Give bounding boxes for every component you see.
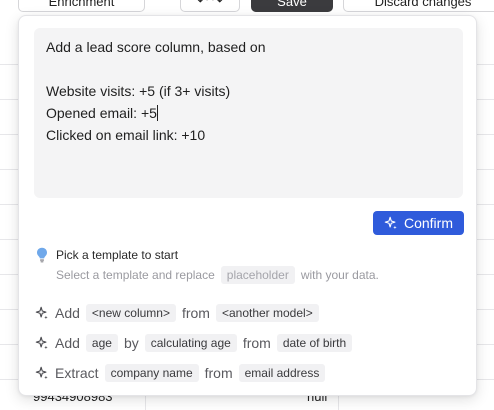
tip-subtitle-text: Select a template and replace: [56, 268, 215, 282]
template-verb: Extract: [55, 365, 99, 381]
prompt-line-text: Opened email: +5: [46, 105, 157, 121]
template-pill: date of birth: [276, 334, 353, 352]
template-option[interactable]: Extract company name from email address: [35, 362, 326, 384]
prompt-line: Add a lead score column, based on: [46, 39, 266, 55]
template-verb: Add: [55, 305, 80, 321]
prompt-line-with-caret: Opened email: +5: [46, 102, 451, 124]
template-pill: age: [85, 334, 118, 352]
sparkle-icon: [35, 306, 48, 320]
template-pill: calculating age: [144, 334, 237, 352]
template-option[interactable]: Add <new column> from <another model>: [35, 302, 319, 324]
sparkle-icon: [35, 366, 48, 380]
confirm-label: Confirm: [403, 215, 453, 231]
text-caret: [156, 105, 158, 121]
template-connector: from: [242, 335, 271, 351]
template-connector: from: [204, 365, 233, 381]
tip-title: Pick a template to start: [56, 248, 179, 262]
placeholder-pill: placeholder: [220, 266, 295, 284]
lightbulb-icon: [37, 247, 47, 263]
prompt-input[interactable]: Add a lead score column, based on Websit…: [34, 28, 463, 198]
confirm-button[interactable]: Confirm: [373, 211, 464, 235]
prompt-line: Website visits: +5 (if 3+ visits): [46, 83, 231, 99]
discard-label: Discard changes: [374, 0, 472, 9]
template-connector: by: [123, 335, 139, 351]
redo-icon[interactable]: ↷: [212, 0, 223, 9]
prompt-line: [46, 58, 451, 80]
template-connector: from: [181, 305, 210, 321]
sparkle-icon: [35, 336, 48, 350]
save-label: Save: [277, 0, 307, 9]
tip-subtitle: Select a template and replace placeholde…: [56, 266, 379, 284]
tip-subtitle-text: with your data.: [300, 268, 379, 282]
template-pill: email address: [238, 364, 326, 382]
template-verb: Add: [55, 335, 80, 351]
template-option[interactable]: Add age by calculating age from date of …: [35, 332, 353, 354]
enrichment-button[interactable]: Enrichment: [18, 0, 145, 12]
template-pill: <new column>: [85, 304, 176, 322]
template-pill: <another model>: [215, 304, 319, 322]
undo-redo-group[interactable]: ↶ ↷: [180, 0, 240, 12]
undo-icon[interactable]: ↶: [197, 0, 208, 9]
enrichment-label: Enrichment: [48, 0, 115, 9]
sparkle-icon: [384, 216, 397, 230]
template-pill: company name: [104, 364, 199, 382]
prompt-line: Clicked on email link: +10: [46, 127, 206, 143]
save-button[interactable]: Save: [251, 0, 333, 12]
ai-column-popover: Add a lead score column, based on Websit…: [18, 15, 477, 396]
discard-changes-button[interactable]: Discard changes: [343, 0, 494, 12]
